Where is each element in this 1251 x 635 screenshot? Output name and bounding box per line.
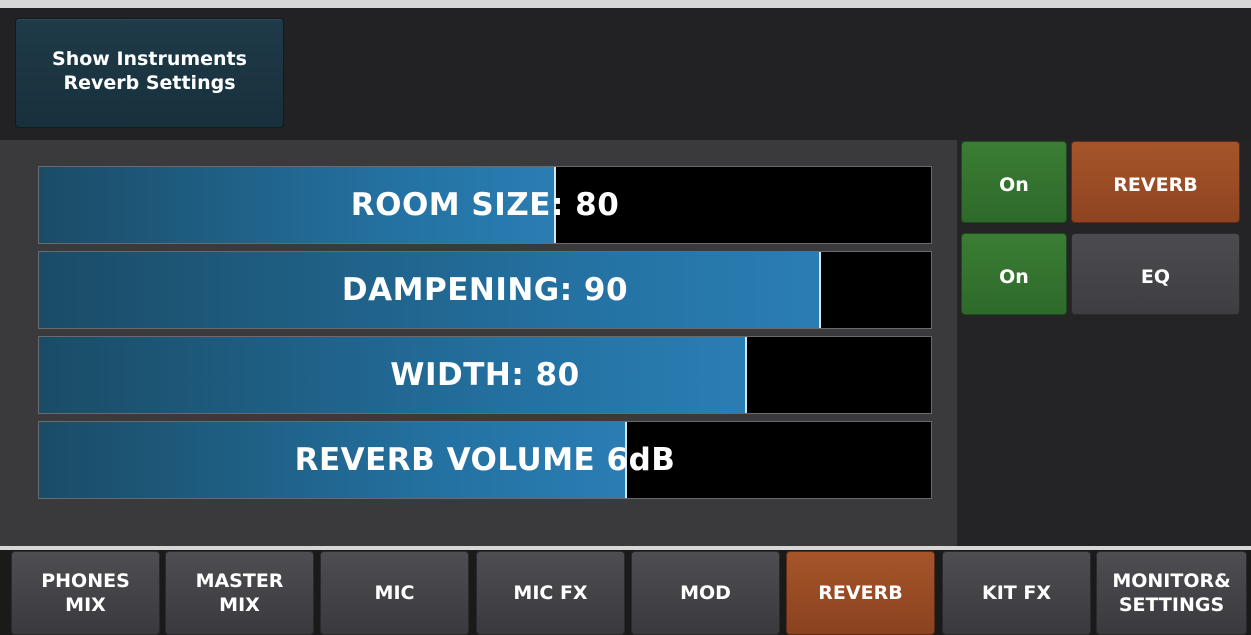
room-size-slider[interactable]: ROOM SIZE: 80 [38, 166, 932, 244]
tab-kit-fx[interactable]: KIT FX [942, 551, 1091, 635]
tab-label-line1: MONITOR& [1112, 570, 1231, 592]
top-border [0, 0, 1251, 8]
tab-label-line1: PHONES [41, 570, 130, 592]
show-button-line2: Reverb Settings [63, 72, 236, 94]
tab-mic[interactable]: MIC [320, 551, 469, 635]
tab-label-line2: MIX [219, 594, 260, 616]
tab-label-line1: MASTER [195, 570, 284, 592]
eq-effect-button[interactable]: EQ [1071, 233, 1240, 315]
tab-label-line2: SETTINGS [1118, 594, 1225, 616]
slider-label: ROOM SIZE: 80 [350, 187, 620, 223]
tab-label-line2: MIX [65, 594, 106, 616]
tab-reverb[interactable]: REVERB [786, 551, 935, 635]
reverb-volume-slider[interactable]: REVERB VOLUME 6dB [38, 421, 932, 499]
effect-label: REVERB [1113, 174, 1198, 196]
tab-mic-fx[interactable]: MIC FX [476, 551, 625, 635]
eq-on-toggle[interactable]: On [961, 233, 1067, 315]
slider-label: REVERB VOLUME 6dB [294, 442, 676, 478]
tab-label-line1: MIC FX [513, 582, 588, 604]
reverb-effect-button[interactable]: REVERB [1071, 141, 1240, 223]
tab-label-line1: REVERB [818, 582, 903, 604]
toggle-label: On [999, 174, 1029, 196]
reverb-on-toggle[interactable]: On [961, 141, 1067, 223]
tab-monitor-settings[interactable]: MONITOR& SETTINGS [1096, 551, 1247, 635]
effect-label: EQ [1140, 266, 1171, 288]
show-button-line1: Show Instruments [52, 48, 247, 70]
tab-label-line1: KIT FX [982, 582, 1051, 604]
show-instruments-reverb-button[interactable]: Show Instruments Reverb Settings [15, 18, 284, 128]
slider-label: DAMPENING: 90 [341, 272, 629, 308]
dampening-slider[interactable]: DAMPENING: 90 [38, 251, 932, 329]
tab-master-mix[interactable]: MASTER MIX [165, 551, 314, 635]
tab-label-line1: MOD [680, 582, 731, 604]
tab-phones-mix[interactable]: PHONES MIX [11, 551, 160, 635]
tab-label-line1: MIC [374, 582, 415, 604]
tab-mod[interactable]: MOD [631, 551, 780, 635]
slider-label: WIDTH: 80 [390, 357, 580, 393]
toggle-label: On [999, 266, 1029, 288]
width-slider[interactable]: WIDTH: 80 [38, 336, 932, 414]
